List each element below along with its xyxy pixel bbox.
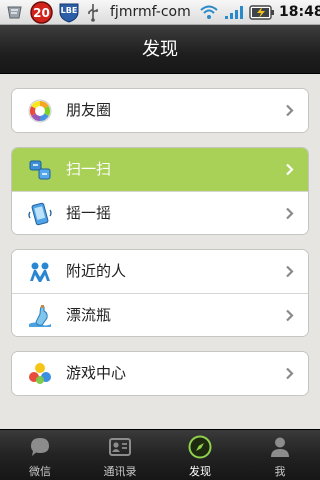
menu-group-game-center: 游戏中心 xyxy=(11,351,309,396)
tab-chats[interactable]: 微信 xyxy=(0,430,80,480)
person-icon xyxy=(271,437,289,457)
chevron-right-icon xyxy=(286,309,294,322)
notification-icon xyxy=(7,6,22,19)
menu-item-moments[interactable]: 朋友圈 xyxy=(12,89,308,132)
tab-discover[interactable]: 发现 xyxy=(160,430,240,480)
signal-icon xyxy=(225,6,243,19)
compass-icon xyxy=(188,435,212,459)
notification-count: 20 xyxy=(33,6,50,20)
battery-charging-icon xyxy=(249,5,274,20)
scan-icon xyxy=(29,160,51,180)
menu-group-nearby-bottle: 附近的人 漂流瓶 xyxy=(11,249,309,337)
lbe-label: LBE xyxy=(60,6,78,15)
carrier-name: fjmrmf-com xyxy=(110,4,191,20)
menu-group-scan-shake: 扫一扫 摇一摇 xyxy=(11,147,309,235)
tab-me[interactable]: 我 xyxy=(240,430,320,480)
tab-label: 发现 xyxy=(189,465,211,478)
menu-item-drift-bottle[interactable]: 漂流瓶 xyxy=(12,293,308,336)
shake-icon xyxy=(28,202,52,226)
menu-item-label: 摇一摇 xyxy=(66,204,112,222)
tab-contacts[interactable]: 通讯录 xyxy=(80,430,160,480)
chevron-right-icon xyxy=(286,104,294,117)
drift-bottle-icon xyxy=(29,305,51,327)
chevron-right-icon xyxy=(286,207,294,220)
bottom-tab-bar: 微信 通讯录 发现 我 xyxy=(0,429,320,480)
chevron-right-icon xyxy=(286,367,294,380)
page-title: 发现 xyxy=(142,39,178,60)
tab-label: 微信 xyxy=(29,465,51,478)
wifi-icon xyxy=(200,5,218,19)
menu-item-people-nearby[interactable]: 附近的人 xyxy=(12,250,308,293)
tab-label: 我 xyxy=(274,465,286,478)
menu-item-label: 扫一扫 xyxy=(66,160,112,178)
contacts-icon xyxy=(109,438,131,456)
menu-item-label: 漂流瓶 xyxy=(66,306,112,324)
status-bar: 20 LBE fjmrmf-com 18:48 xyxy=(0,0,320,25)
chevron-right-icon xyxy=(286,265,294,278)
clock-time: 18:48 xyxy=(279,4,320,20)
menu-item-label: 附近的人 xyxy=(66,262,127,280)
menu-item-shake[interactable]: 摇一摇 xyxy=(12,191,308,234)
usb-icon xyxy=(88,4,98,22)
chevron-right-icon xyxy=(286,163,294,176)
title-bar: 发现 xyxy=(0,25,320,74)
menu-item-label: 朋友圈 xyxy=(66,101,112,119)
people-nearby-icon xyxy=(30,262,50,282)
menu-item-label: 游戏中心 xyxy=(66,364,127,382)
chat-bubble-icon xyxy=(31,438,49,456)
menu-item-scan[interactable]: 扫一扫 xyxy=(12,148,308,191)
moments-icon xyxy=(28,99,52,123)
tab-label: 通讯录 xyxy=(103,465,137,478)
menu-item-game-center[interactable]: 游戏中心 xyxy=(12,352,308,395)
menu-group-moments: 朋友圈 xyxy=(11,88,309,133)
game-center-icon xyxy=(29,363,51,384)
